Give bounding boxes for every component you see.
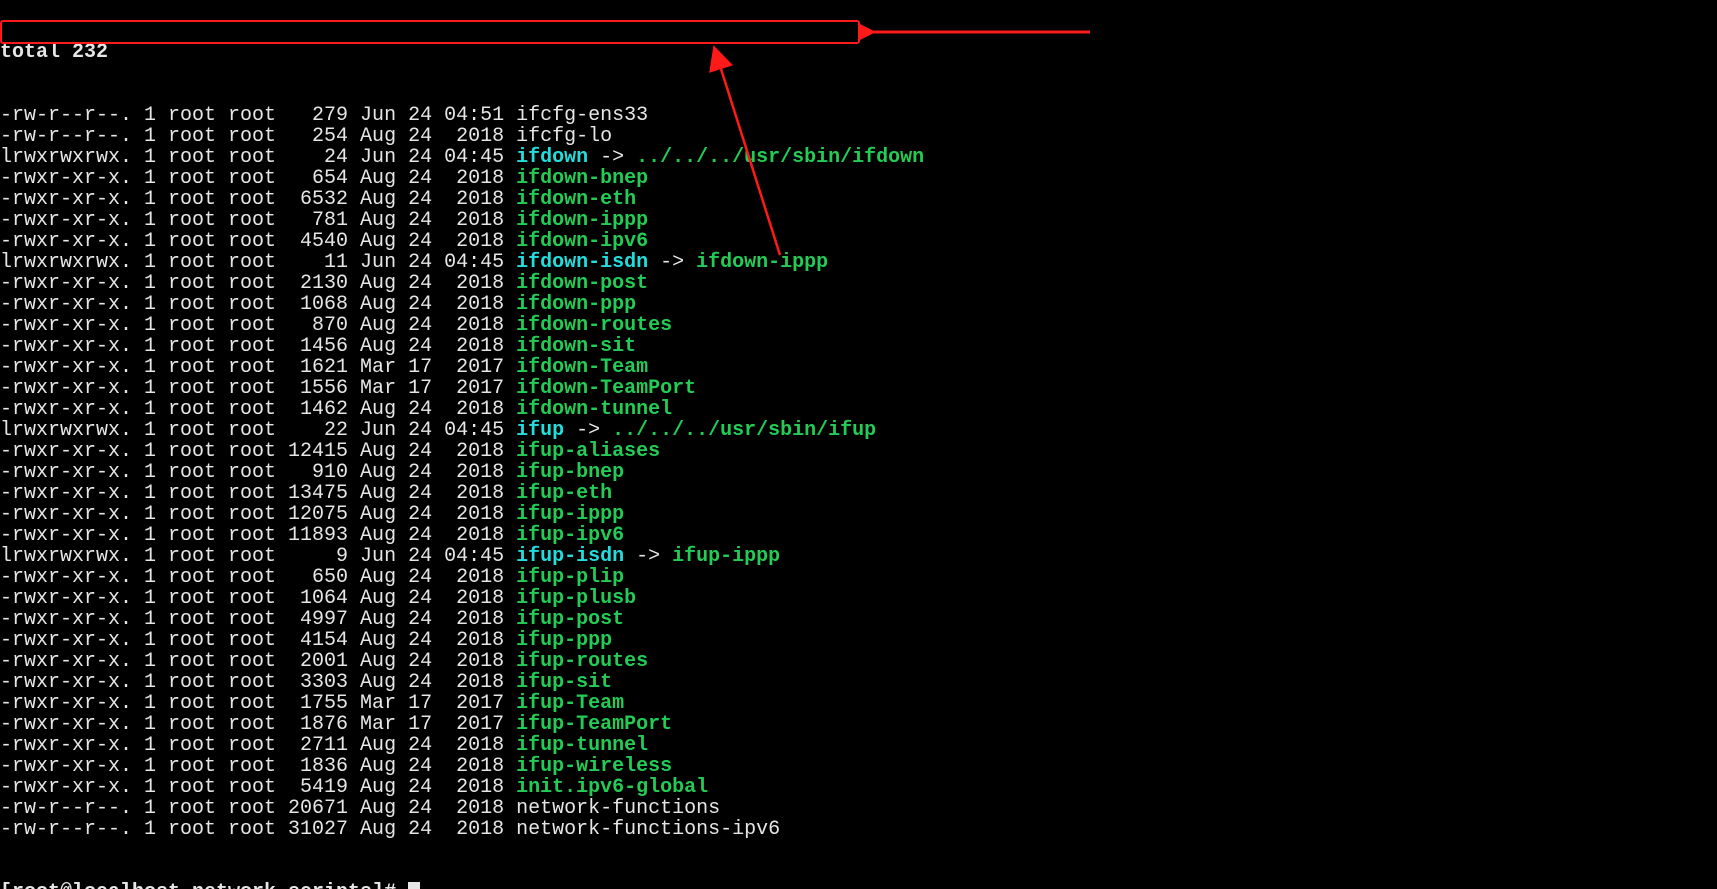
ls-row: -rw-r--r--. 1 root root 20671 Aug 24 201… (0, 798, 1717, 819)
ls-row: -rwxr-xr-x. 1 root root 2001 Aug 24 2018… (0, 651, 1717, 672)
ls-row: lrwxrwxrwx. 1 root root 22 Jun 24 04:45 … (0, 420, 1717, 441)
file-name: ifup-Team (516, 692, 624, 715)
symlink-target: ../../../usr/sbin/ifdown (636, 146, 924, 169)
ls-row: -rwxr-xr-x. 1 root root 12415 Aug 24 201… (0, 441, 1717, 462)
ls-row: -rwxr-xr-x. 1 root root 650 Aug 24 2018 … (0, 567, 1717, 588)
ls-row: -rwxr-xr-x. 1 root root 11893 Aug 24 201… (0, 525, 1717, 546)
file-name: ifup-ipv6 (516, 524, 624, 547)
ls-row: -rwxr-xr-x. 1 root root 1064 Aug 24 2018… (0, 588, 1717, 609)
file-name: ifup-TeamPort (516, 713, 672, 736)
file-name: ifdown-TeamPort (516, 377, 696, 400)
file-name: ifdown-ippp (516, 209, 648, 232)
file-name: ifcfg-ens33 (516, 104, 648, 127)
file-name: ifup-plip (516, 566, 624, 589)
file-name: ifdown-routes (516, 314, 672, 337)
ls-row: lrwxrwxrwx. 1 root root 9 Jun 24 04:45 i… (0, 546, 1717, 567)
ls-row: -rw-r--r--. 1 root root 31027 Aug 24 201… (0, 819, 1717, 840)
file-name: init.ipv6-global (516, 776, 708, 799)
file-name: ifup-sit (516, 671, 612, 694)
file-name: ifup-aliases (516, 440, 660, 463)
file-name: ifcfg-lo (516, 125, 612, 148)
ls-row: -rwxr-xr-x. 1 root root 1456 Aug 24 2018… (0, 336, 1717, 357)
file-name: ifdown-tunnel (516, 398, 672, 421)
symlink-target: ifdown-ippp (696, 251, 828, 274)
ls-row: -rwxr-xr-x. 1 root root 654 Aug 24 2018 … (0, 168, 1717, 189)
shell-prompt: [root@localhost network-scripts]# (0, 881, 408, 889)
file-name: ifdown-ipv6 (516, 230, 648, 253)
file-name: ifup-routes (516, 650, 648, 673)
file-name: ifup-ippp (516, 503, 624, 526)
ls-row: -rwxr-xr-x. 1 root root 3303 Aug 24 2018… (0, 672, 1717, 693)
file-name: ifdown-bnep (516, 167, 648, 190)
file-name: ifdown-isdn (516, 251, 648, 274)
ls-row: -rwxr-xr-x. 1 root root 1755 Mar 17 2017… (0, 693, 1717, 714)
file-name: ifdown-eth (516, 188, 636, 211)
ls-row: -rwxr-xr-x. 1 root root 2130 Aug 24 2018… (0, 273, 1717, 294)
ls-row: -rwxr-xr-x. 1 root root 1462 Aug 24 2018… (0, 399, 1717, 420)
file-name: ifdown-ppp (516, 293, 636, 316)
ls-row: -rwxr-xr-x. 1 root root 1621 Mar 17 2017… (0, 357, 1717, 378)
ls-row: -rwxr-xr-x. 1 root root 6532 Aug 24 2018… (0, 189, 1717, 210)
ls-row: -rwxr-xr-x. 1 root root 870 Aug 24 2018 … (0, 315, 1717, 336)
file-name: ifup (516, 419, 564, 442)
file-name: ifup-isdn (516, 545, 624, 568)
prompt-line[interactable]: [root@localhost network-scripts]# _ (0, 882, 1717, 889)
ls-row: -rwxr-xr-x. 1 root root 4154 Aug 24 2018… (0, 630, 1717, 651)
arrow-to-highlight (860, 22, 1100, 42)
terminal[interactable]: total 232 -rw-r--r--. 1 root root 279 Ju… (0, 0, 1717, 889)
ls-row: -rwxr-xr-x. 1 root root 4997 Aug 24 2018… (0, 609, 1717, 630)
ls-row: -rwxr-xr-x. 1 root root 4540 Aug 24 2018… (0, 231, 1717, 252)
file-name: ifup-bnep (516, 461, 624, 484)
ls-row: -rwxr-xr-x. 1 root root 1068 Aug 24 2018… (0, 294, 1717, 315)
file-name: ifup-wireless (516, 755, 672, 778)
cursor: _ (408, 882, 420, 889)
file-name: ifdown-post (516, 272, 648, 295)
highlight-box (0, 20, 860, 44)
file-name: network-functions (516, 797, 720, 820)
file-name: ifdown-sit (516, 335, 636, 358)
file-name: network-functions-ipv6 (516, 818, 780, 841)
ls-row: -rwxr-xr-x. 1 root root 1556 Mar 17 2017… (0, 378, 1717, 399)
ls-row: lrwxrwxrwx. 1 root root 11 Jun 24 04:45 … (0, 252, 1717, 273)
ls-row: -rwxr-xr-x. 1 root root 13475 Aug 24 201… (0, 483, 1717, 504)
ls-row: -rwxr-xr-x. 1 root root 1836 Aug 24 2018… (0, 756, 1717, 777)
ls-row: -rwxr-xr-x. 1 root root 781 Aug 24 2018 … (0, 210, 1717, 231)
ls-row: -rwxr-xr-x. 1 root root 910 Aug 24 2018 … (0, 462, 1717, 483)
ls-row: -rwxr-xr-x. 1 root root 12075 Aug 24 201… (0, 504, 1717, 525)
file-name: ifup-post (516, 608, 624, 631)
ls-row: -rwxr-xr-x. 1 root root 1876 Mar 17 2017… (0, 714, 1717, 735)
file-name: ifup-ppp (516, 629, 612, 652)
symlink-target: ifup-ippp (672, 545, 780, 568)
ls-row: -rwxr-xr-x. 1 root root 5419 Aug 24 2018… (0, 777, 1717, 798)
file-name: ifup-tunnel (516, 734, 648, 757)
ls-row: -rw-r--r--. 1 root root 279 Jun 24 04:51… (0, 105, 1717, 126)
file-name: ifup-plusb (516, 587, 636, 610)
file-name: ifdown-Team (516, 356, 648, 379)
ls-row: -rwxr-xr-x. 1 root root 2711 Aug 24 2018… (0, 735, 1717, 756)
file-name: ifup-eth (516, 482, 612, 505)
ls-row: lrwxrwxrwx. 1 root root 24 Jun 24 04:45 … (0, 147, 1717, 168)
symlink-target: ../../../usr/sbin/ifup (612, 419, 876, 442)
ls-total-line: total 232 (0, 42, 1717, 63)
file-name: ifdown (516, 146, 588, 169)
ls-row: -rw-r--r--. 1 root root 254 Aug 24 2018 … (0, 126, 1717, 147)
